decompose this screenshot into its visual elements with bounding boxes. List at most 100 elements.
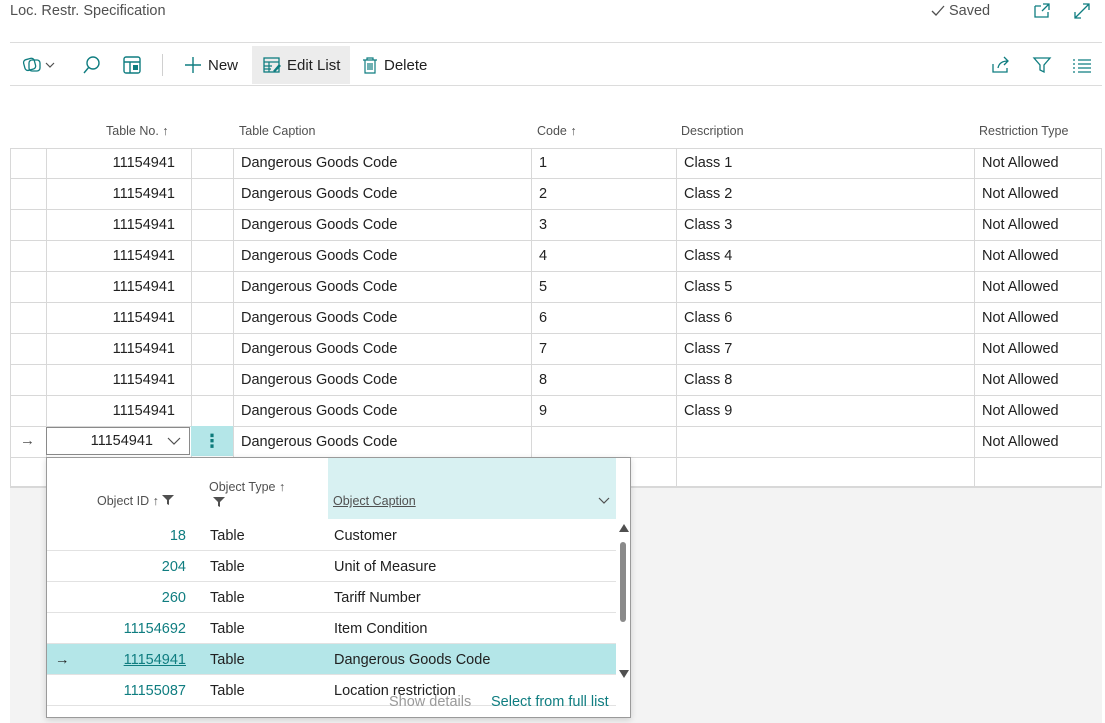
cell-flag[interactable] xyxy=(191,334,233,364)
show-details-link[interactable]: Show details xyxy=(389,694,471,710)
cell-restriction-type[interactable]: Not Allowed xyxy=(974,365,1102,395)
table-no-input[interactable]: 11154941 xyxy=(46,427,190,455)
cell-table-caption[interactable]: Dangerous Goods Code xyxy=(233,427,531,457)
cell-table-caption[interactable]: Dangerous Goods Code xyxy=(233,272,531,302)
cell-flag[interactable] xyxy=(191,396,233,426)
analysis-mode-button[interactable] xyxy=(122,46,144,84)
row-actions-button[interactable]: ⋮ xyxy=(191,426,233,456)
table-row[interactable]: 11154941 Dangerous Goods Code 2 Class 2 Not … xyxy=(10,179,1102,210)
lookup-object-id[interactable]: 204 xyxy=(162,551,186,582)
cell-table-no[interactable]: 11154941 xyxy=(46,334,191,364)
cell-code[interactable]: 7 xyxy=(531,334,676,364)
table-row[interactable]: 11154941 Dangerous Goods Code 1 Class 1 Not … xyxy=(10,148,1102,179)
cell-code[interactable] xyxy=(531,427,676,457)
select-full-list-link[interactable]: Select from full list xyxy=(491,694,609,710)
cell-table-no[interactable]: 11154941 xyxy=(46,148,191,178)
delete-button[interactable]: Delete xyxy=(362,46,427,84)
lookup-row[interactable]: → 11154941 Table Dangerous Goods Code xyxy=(47,644,616,675)
scroll-down-icon[interactable] xyxy=(619,670,629,678)
cell-code[interactable]: 5 xyxy=(531,272,676,302)
cell-description[interactable]: Class 5 xyxy=(676,272,974,302)
cell-code[interactable]: 3 xyxy=(531,210,676,240)
cell-flag[interactable] xyxy=(191,148,233,178)
cell-flag[interactable] xyxy=(191,365,233,395)
cell-code[interactable]: 9 xyxy=(531,396,676,426)
cell-table-caption[interactable]: Dangerous Goods Code xyxy=(233,210,531,240)
cell-description[interactable]: Class 2 xyxy=(676,179,974,209)
cell-table-caption[interactable]: Dangerous Goods Code xyxy=(233,148,531,178)
cell-code[interactable]: 2 xyxy=(531,179,676,209)
cell-table-no[interactable]: 11154941 xyxy=(46,210,191,240)
open-new-window-icon[interactable] xyxy=(1031,0,1053,22)
actions-menu-button[interactable] xyxy=(22,46,62,84)
cell-restriction-type[interactable]: Not Allowed xyxy=(974,303,1102,333)
cell-description[interactable]: Class 4 xyxy=(676,241,974,271)
column-header-code[interactable]: Code ↑ xyxy=(537,124,577,138)
new-button[interactable]: New xyxy=(184,46,238,84)
cell-table-no[interactable]: 11154941 xyxy=(46,303,191,333)
cell-flag[interactable] xyxy=(191,179,233,209)
cell-description[interactable]: Class 7 xyxy=(676,334,974,364)
chevron-down-icon[interactable] xyxy=(167,436,181,446)
table-row[interactable]: 11154941 Dangerous Goods Code 7 Class 7 Not … xyxy=(10,334,1102,365)
list-view-button[interactable] xyxy=(1072,46,1092,84)
cell-restriction-type[interactable]: Not Allowed xyxy=(974,272,1102,302)
column-header-table-no[interactable]: Table No. ↑ xyxy=(106,124,169,138)
cell-restriction-type[interactable]: Not Allowed xyxy=(974,427,1102,457)
cell-restriction-type[interactable]: Not Allowed xyxy=(974,148,1102,178)
cell-code[interactable]: 1 xyxy=(531,148,676,178)
table-row[interactable]: 11154941 Dangerous Goods Code 3 Class 3 Not … xyxy=(10,210,1102,241)
cell-table-caption[interactable]: Dangerous Goods Code xyxy=(233,396,531,426)
cell-flag[interactable] xyxy=(191,210,233,240)
cell-flag[interactable] xyxy=(191,241,233,271)
cell-restriction-type[interactable]: Not Allowed xyxy=(974,396,1102,426)
cell-table-caption[interactable]: Dangerous Goods Code xyxy=(233,303,531,333)
table-row[interactable]: 11154941 Dangerous Goods Code 8 Class 8 Not … xyxy=(10,365,1102,396)
cell-description[interactable]: Class 3 xyxy=(676,210,974,240)
cell-flag[interactable] xyxy=(191,272,233,302)
column-header-description[interactable]: Description xyxy=(681,124,744,138)
cell-table-caption[interactable]: Dangerous Goods Code xyxy=(233,365,531,395)
cell-table-caption[interactable]: Dangerous Goods Code xyxy=(233,241,531,271)
scroll-up-icon[interactable] xyxy=(619,524,629,532)
lookup-header-object-type[interactable]: Object Type ↑ xyxy=(209,479,285,511)
cell-description[interactable]: Class 1 xyxy=(676,148,974,178)
lookup-row[interactable]: 18 Table Customer xyxy=(47,520,616,551)
cell-code[interactable]: 6 xyxy=(531,303,676,333)
scrollbar-thumb[interactable] xyxy=(620,542,626,622)
lookup-object-id[interactable]: 11154692 xyxy=(124,613,186,644)
cell-description[interactable]: Class 6 xyxy=(676,303,974,333)
lookup-object-id[interactable]: 11154941 xyxy=(124,644,186,675)
column-header-restriction-type[interactable]: Restriction Type xyxy=(979,124,1068,138)
cell-table-no[interactable]: 11154941 xyxy=(46,241,191,271)
cell-description[interactable]: Class 9 xyxy=(676,396,974,426)
cell-restriction-type[interactable]: Not Allowed xyxy=(974,241,1102,271)
search-button[interactable] xyxy=(82,46,104,84)
lookup-object-id[interactable]: 18 xyxy=(170,520,186,551)
cell-code[interactable]: 4 xyxy=(531,241,676,271)
cell-description[interactable]: Class 8 xyxy=(676,365,974,395)
cell-table-caption[interactable]: Dangerous Goods Code xyxy=(233,334,531,364)
cell-restriction-type[interactable]: Not Allowed xyxy=(974,179,1102,209)
filter-button[interactable] xyxy=(1032,46,1052,84)
cell-table-no[interactable]: 11154941 xyxy=(46,179,191,209)
share-button[interactable] xyxy=(991,46,1011,84)
chevron-down-icon[interactable] xyxy=(598,496,610,506)
cell-description[interactable] xyxy=(676,427,974,457)
table-row[interactable]: 11154941 Dangerous Goods Code 9 Class 9 Not … xyxy=(10,396,1102,427)
lookup-row[interactable]: 11154692 Table Item Condition xyxy=(47,613,616,644)
lookup-row[interactable]: 204 Table Unit of Measure xyxy=(47,551,616,582)
expand-icon[interactable] xyxy=(1071,0,1093,22)
table-row[interactable]: 11154941 Dangerous Goods Code 4 Class 4 Not … xyxy=(10,241,1102,272)
edit-list-button[interactable]: Edit List xyxy=(252,46,350,84)
cell-table-no[interactable]: 11154941 xyxy=(46,365,191,395)
cell-restriction-type[interactable]: Not Allowed xyxy=(974,210,1102,240)
cell-restriction-type[interactable]: Not Allowed xyxy=(974,334,1102,364)
cell-code[interactable]: 8 xyxy=(531,365,676,395)
cell-table-no[interactable]: 11154941 xyxy=(46,272,191,302)
column-header-table-caption[interactable]: Table Caption xyxy=(239,124,315,138)
lookup-header-object-caption[interactable]: Object Caption xyxy=(333,494,416,508)
table-row[interactable]: 11154941 Dangerous Goods Code 6 Class 6 Not … xyxy=(10,303,1102,334)
lookup-row[interactable]: 260 Table Tariff Number xyxy=(47,582,616,613)
lookup-object-id[interactable]: 260 xyxy=(162,582,186,613)
